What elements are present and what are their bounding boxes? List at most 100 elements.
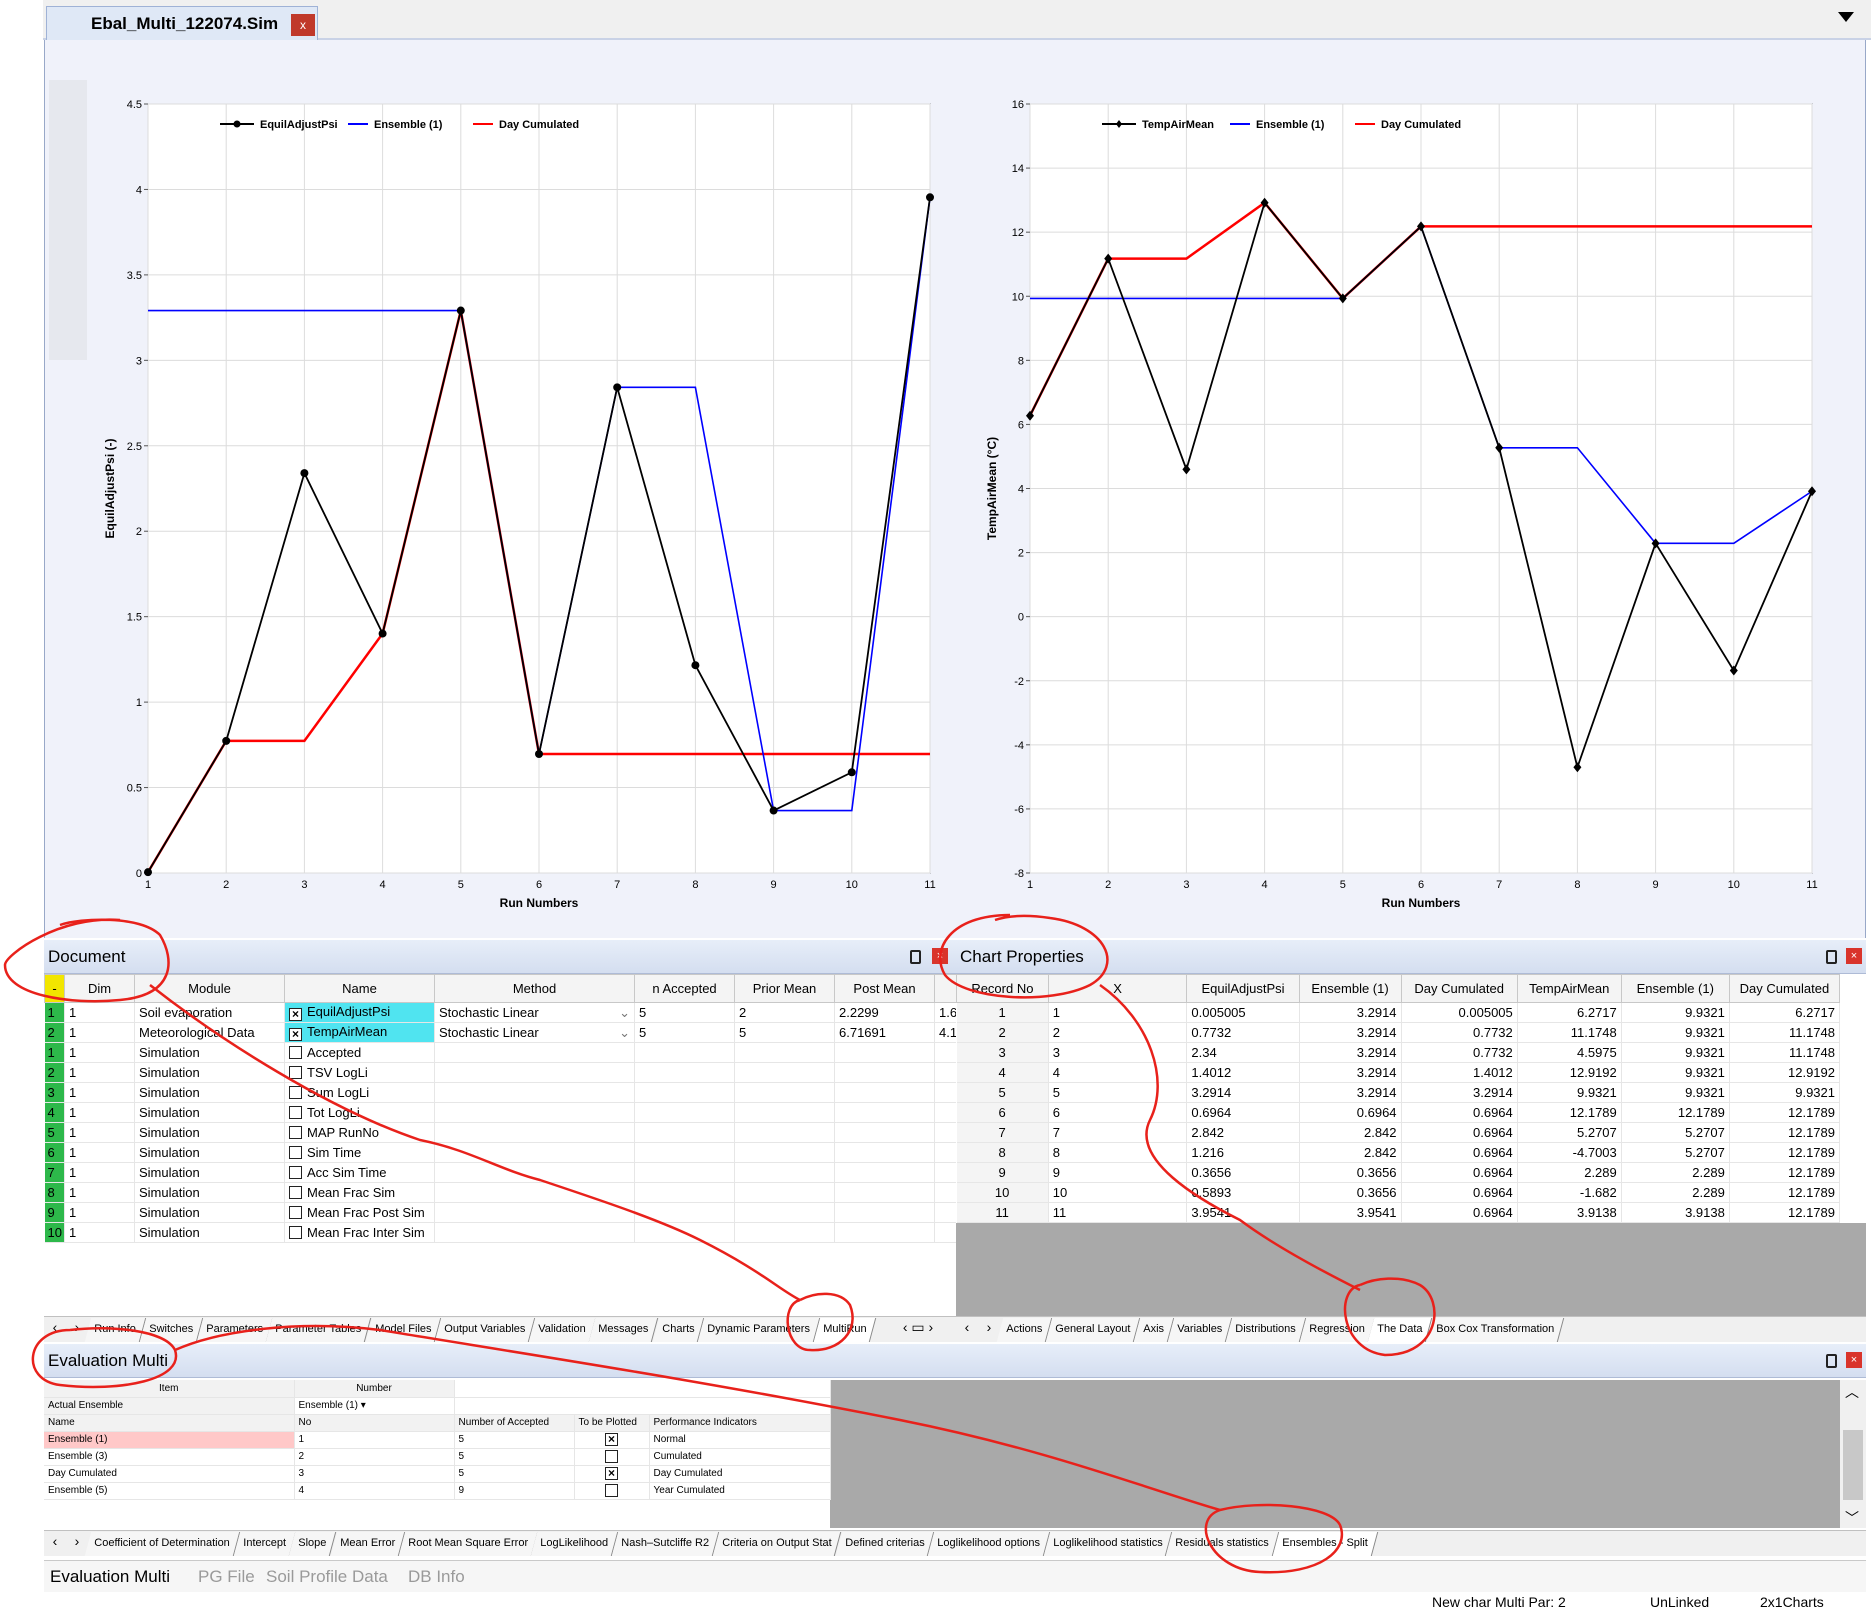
chevron-down-icon[interactable]: ⌄ bbox=[619, 1025, 630, 1041]
column-header[interactable]: n Accepted bbox=[634, 974, 735, 1003]
table-row[interactable]: Ensemble (3) 2 5 Cumulated bbox=[44, 1448, 831, 1466]
tab-defined-criterias[interactable]: Defined criterias bbox=[835, 1532, 935, 1556]
column-header[interactable]: EquilAdjustPsi bbox=[1186, 974, 1300, 1003]
column-header[interactable]: Record No bbox=[956, 974, 1049, 1003]
column-header[interactable]: - bbox=[44, 974, 65, 1003]
bottom-tab-evaluation-multi[interactable]: Evaluation Multi bbox=[50, 1567, 170, 1587]
ensemble-name[interactable]: Ensemble (5) bbox=[44, 1482, 295, 1500]
ensemble-name[interactable]: Ensemble (1) bbox=[44, 1431, 295, 1449]
chevron-right-icon[interactable]: › bbox=[66, 1531, 88, 1549]
table-row[interactable]: 9 1 Simulation Mean Frac Post Sim bbox=[44, 1202, 956, 1223]
table-row[interactable]: Ensemble (1) 1 5 × Normal bbox=[44, 1431, 831, 1449]
method-cell[interactable]: Stochastic Linear ⌄ bbox=[434, 1002, 635, 1023]
table-row[interactable]: 1 1 Soil evaporation × EquilAdjustPsi Stochas… bbox=[44, 1002, 956, 1023]
name-cell[interactable]: × EquilAdjustPsi bbox=[284, 1002, 435, 1023]
name-cell[interactable]: × TempAirMean bbox=[284, 1022, 435, 1043]
checkbox[interactable]: × bbox=[605, 1467, 618, 1480]
tab-loglikelihood[interactable]: LogLikelihood bbox=[531, 1532, 619, 1556]
tab-loglikelihood-statistics[interactable]: Loglikelihood statistics bbox=[1043, 1532, 1173, 1556]
table-row[interactable]: 10 1 Simulation Mean Frac Inter Sim bbox=[44, 1222, 956, 1243]
chevron-down-icon[interactable]: ﹀ bbox=[1845, 1508, 1859, 1528]
name-cell[interactable]: TSV LogLi bbox=[284, 1062, 435, 1083]
checkbox[interactable] bbox=[605, 1449, 618, 1463]
chevron-left-icon[interactable]: ‹ bbox=[956, 1317, 978, 1335]
checkbox[interactable] bbox=[289, 1206, 302, 1219]
column-header-row[interactable]: Name No Number of Accepted To be Plotted Per… bbox=[44, 1414, 831, 1432]
column-header[interactable]: Method bbox=[434, 974, 635, 1003]
checkbox[interactable]: × bbox=[289, 1008, 302, 1021]
tab-loglikelihood-options[interactable]: Loglikelihood options bbox=[927, 1532, 1051, 1556]
ensemble-name[interactable]: Day Cumulated bbox=[44, 1465, 295, 1483]
chevron-right-icon[interactable]: › bbox=[978, 1317, 1000, 1335]
bottom-tab-pg-file[interactable]: PG File bbox=[198, 1567, 255, 1587]
name-cell[interactable]: Tot LogLi bbox=[284, 1102, 435, 1123]
header-row[interactable]: Item Number bbox=[44, 1380, 831, 1398]
plotted-checkbox[interactable]: × bbox=[574, 1465, 650, 1483]
tab-multirun[interactable]: MultiRun bbox=[813, 1318, 877, 1342]
tab-run-info[interactable]: Run Info bbox=[84, 1318, 146, 1342]
tab-output-variables[interactable]: Output Variables bbox=[434, 1318, 536, 1342]
tab-coefficient-of-determination[interactable]: Coefficient of Determination bbox=[84, 1532, 240, 1556]
table-row[interactable]: 4 1 Simulation Tot LogLi bbox=[44, 1102, 956, 1123]
tab-criteria-on-output-stat[interactable]: Criteria on Output Stat bbox=[712, 1532, 842, 1556]
tab-ensembles-split[interactable]: Ensembles - Split bbox=[1272, 1532, 1378, 1556]
column-header[interactable]: TempAirMean bbox=[1516, 974, 1622, 1003]
checkbox[interactable] bbox=[289, 1166, 302, 1179]
checkbox[interactable] bbox=[289, 1226, 302, 1239]
chevron-up-icon[interactable]: ︿ bbox=[1845, 1382, 1859, 1402]
column-header[interactable]: Day Cumulated bbox=[1728, 974, 1841, 1003]
tab-charts[interactable]: Charts bbox=[652, 1318, 705, 1342]
close-icon[interactable]: × bbox=[932, 948, 948, 964]
name-cell[interactable]: Acc Sim Time bbox=[284, 1162, 435, 1183]
column-header[interactable]: Post Mean bbox=[834, 974, 935, 1003]
table-row[interactable]: 3 1 Simulation Sum LogLi bbox=[44, 1082, 956, 1103]
plotted-checkbox[interactable] bbox=[574, 1482, 650, 1500]
table-row[interactable]: 2 1 Simulation TSV LogLi bbox=[44, 1062, 956, 1083]
tab-model-files[interactable]: Model Files bbox=[365, 1318, 441, 1342]
name-cell[interactable]: MAP RunNo bbox=[284, 1122, 435, 1143]
close-icon[interactable]: × bbox=[1846, 1352, 1862, 1368]
checkbox[interactable] bbox=[289, 1186, 302, 1199]
tab-actions[interactable]: Actions bbox=[996, 1318, 1053, 1342]
checkbox[interactable] bbox=[289, 1086, 302, 1099]
table-row[interactable]: 1 1 Simulation Accepted bbox=[44, 1042, 956, 1063]
chevron-left-icon[interactable]: ‹ bbox=[44, 1317, 66, 1335]
bottom-tab-db-info[interactable]: DB Info bbox=[408, 1567, 465, 1587]
tab-box-cox-transformation[interactable]: Box Cox Transformation bbox=[1426, 1318, 1564, 1342]
column-header[interactable]: Day Cumulated bbox=[1400, 974, 1518, 1003]
table-row[interactable]: Day Cumulated 3 5 × Day Cumulated bbox=[44, 1465, 831, 1483]
table-row[interactable]: 5 1 Simulation MAP RunNo bbox=[44, 1122, 956, 1143]
column-header[interactable]: Ensemble (1) bbox=[1298, 974, 1402, 1003]
name-cell[interactable]: Accepted bbox=[284, 1042, 435, 1063]
tab-root-mean-square-error[interactable]: Root Mean Square Error bbox=[398, 1532, 538, 1556]
tab-parameters[interactable]: Parameters bbox=[196, 1318, 273, 1342]
column-header[interactable]: Module bbox=[134, 974, 285, 1003]
tab-nash-sutcliffe-r2[interactable]: Nash–Sutcliffe R2 bbox=[612, 1532, 720, 1556]
tab-intercept[interactable]: Intercept bbox=[233, 1532, 296, 1556]
pin-icon[interactable] bbox=[910, 950, 921, 964]
tab-mean-error[interactable]: Mean Error bbox=[330, 1532, 405, 1556]
bottom-tab-soil-profile-data[interactable]: Soil Profile Data bbox=[266, 1567, 388, 1587]
vertical-scrollbar[interactable]: ︿ ﹀ bbox=[1840, 1380, 1866, 1528]
tab-general-layout[interactable]: General Layout bbox=[1045, 1318, 1141, 1342]
column-header[interactable]: Name bbox=[284, 974, 435, 1003]
actual-ensemble-row[interactable]: Actual Ensemble Ensemble (1) ▾ bbox=[44, 1397, 831, 1415]
plotted-checkbox[interactable] bbox=[574, 1448, 650, 1466]
actual-ensemble-select[interactable]: Ensemble (1) ▾ bbox=[294, 1397, 455, 1415]
tab-messages[interactable]: Messages bbox=[589, 1318, 659, 1342]
table-row[interactable]: Ensemble (5) 4 9 Year Cumulated bbox=[44, 1482, 831, 1500]
plotted-checkbox[interactable]: × bbox=[574, 1431, 650, 1449]
method-cell[interactable]: Stochastic Linear ⌄ bbox=[434, 1022, 635, 1043]
pin-icon[interactable] bbox=[1826, 1354, 1837, 1368]
column-header[interactable]: Po bbox=[934, 974, 956, 1003]
checkbox[interactable] bbox=[289, 1106, 302, 1119]
checkbox[interactable] bbox=[289, 1066, 302, 1079]
checkbox[interactable] bbox=[289, 1146, 302, 1159]
column-header[interactable]: Ensemble (1) bbox=[1620, 974, 1730, 1003]
table-row[interactable]: 8 1 Simulation Mean Frac Sim bbox=[44, 1182, 956, 1203]
tab-regression[interactable]: Regression bbox=[1299, 1318, 1375, 1342]
table-row[interactable]: 7 1 Simulation Acc Sim Time bbox=[44, 1162, 956, 1183]
tab-parameter-tables[interactable]: Parameter Tables bbox=[266, 1318, 372, 1342]
chevron-down-icon[interactable]: ⌄ bbox=[619, 1005, 630, 1021]
tab-scroll-arrows[interactable]: ‹ ▭ › bbox=[873, 1317, 956, 1336]
